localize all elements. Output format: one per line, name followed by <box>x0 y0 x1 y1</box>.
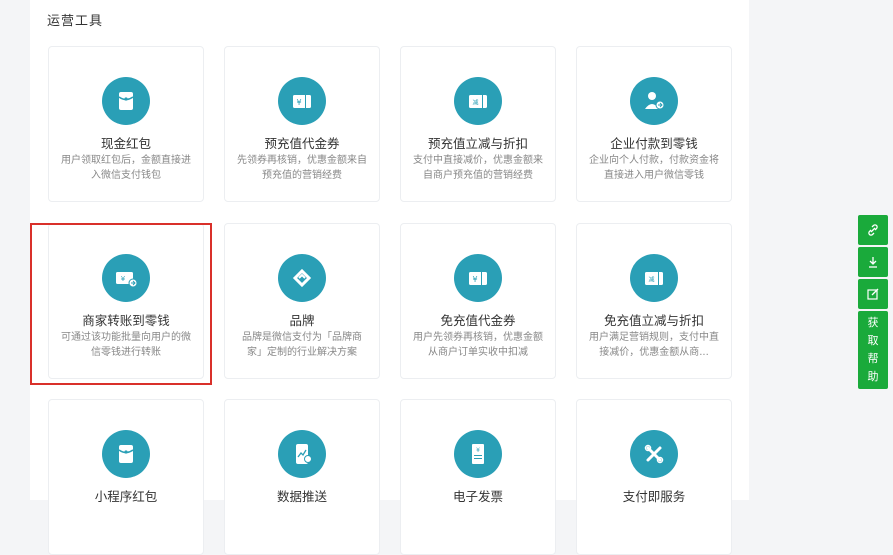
card-desc: 企业向个人付款，付款资金将直接进入用户微信零钱 <box>589 155 719 181</box>
download-button[interactable] <box>858 247 888 277</box>
card-desc: 先领券再核销，优惠金额来自预充值的营销经费 <box>237 155 367 181</box>
svg-text:¥: ¥ <box>472 275 477 284</box>
card-title: 免充值立减与折扣 <box>603 313 704 328</box>
card-prepaid-voucher[interactable]: ¥ 预充值代金券 先领券再核销，优惠金额来自预充值的营销经费 <box>224 46 380 202</box>
card-title: 品牌 <box>289 313 315 328</box>
card-brand[interactable]: 品牌 品牌是微信支付为「品牌商家」定制的行业解决方案 <box>224 223 380 379</box>
section-title: 运营工具 <box>47 14 104 29</box>
help-label-char: 帮 <box>867 352 879 365</box>
card-desc: 品牌是微信支付为「品牌商家」定制的行业解决方案 <box>242 332 362 358</box>
card-data-push[interactable]: 数据推送 <box>224 399 380 555</box>
data-push-icon <box>278 430 326 478</box>
help-label-char: 取 <box>867 334 879 347</box>
card-free-discount[interactable]: 减 免充值立减与折扣 用户满足营销规则，支付中直接减价，优惠金额从商... <box>576 223 732 379</box>
card-desc: 用户满足营销规则，支付中直接减价，优惠金额从商... <box>589 332 719 358</box>
card-payment-service[interactable]: 支付即服务 <box>576 399 732 555</box>
side-toolbar: 获 取 帮 助 <box>858 215 888 389</box>
voucher-icon: ¥ <box>454 254 502 302</box>
card-title: 预充值代金券 <box>264 136 340 151</box>
card-title: 现金红包 <box>100 136 151 151</box>
link-button[interactable] <box>858 215 888 245</box>
card-title: 支付即服务 <box>622 489 686 504</box>
card-title: 预充值立减与折扣 <box>427 136 528 151</box>
svg-text:¥: ¥ <box>296 98 301 107</box>
card-desc: 支付中直接减价，优惠金额来自商户预充值的营销经费 <box>413 155 543 181</box>
card-title: 数据推送 <box>276 489 327 504</box>
link-icon <box>868 224 878 236</box>
get-help-button[interactable]: 获 取 帮 助 <box>858 311 888 389</box>
svg-text:¥: ¥ <box>476 447 480 454</box>
card-title: 企业付款到零钱 <box>610 136 698 151</box>
card-desc: 用户先领券再核销，优惠金额从商户订单实收中扣减 <box>413 332 543 358</box>
help-label-char: 助 <box>867 370 879 383</box>
svg-text:减: 减 <box>472 99 478 107</box>
card-desc: 用户领取红包后，金额直接进入微信支付钱包 <box>61 155 191 181</box>
invoice-icon: ¥ <box>454 430 502 478</box>
payment-service-icon <box>630 430 678 478</box>
svg-text:减: 减 <box>648 276 654 284</box>
card-e-invoice[interactable]: ¥ 电子发票 <box>400 399 556 555</box>
card-miniprogram-red-packet[interactable]: 小程序红包 <box>48 399 204 555</box>
card-prepaid-discount[interactable]: 减 预充值立减与折扣 支付中直接减价，优惠金额来自商户预充值的营销经费 <box>400 46 556 202</box>
voucher-icon: ¥ <box>278 77 326 125</box>
enterprise-payment-icon <box>630 77 678 125</box>
edit-button[interactable] <box>858 279 888 309</box>
help-label-char: 获 <box>867 316 879 329</box>
card-enterprise-payment[interactable]: 企业付款到零钱 企业向个人付款，付款资金将直接进入用户微信零钱 <box>576 46 732 202</box>
card-title: 电子发票 <box>452 489 503 504</box>
edit-icon <box>867 288 879 300</box>
card-title: 小程序红包 <box>94 489 158 504</box>
download-icon <box>869 257 877 268</box>
card-title: 免充值代金券 <box>440 313 516 328</box>
card-free-voucher[interactable]: ¥ 免充值代金券 用户先领券再核销，优惠金额从商户订单实收中扣减 <box>400 223 556 379</box>
red-packet-icon <box>102 77 150 125</box>
brand-icon <box>278 254 326 302</box>
discount-icon: 减 <box>630 254 678 302</box>
highlight-box <box>30 223 212 385</box>
red-packet-icon <box>102 430 150 478</box>
card-cash-red-packet[interactable]: 现金红包 用户领取红包后，金额直接进入微信支付钱包 <box>48 46 204 202</box>
discount-icon: 减 <box>454 77 502 125</box>
